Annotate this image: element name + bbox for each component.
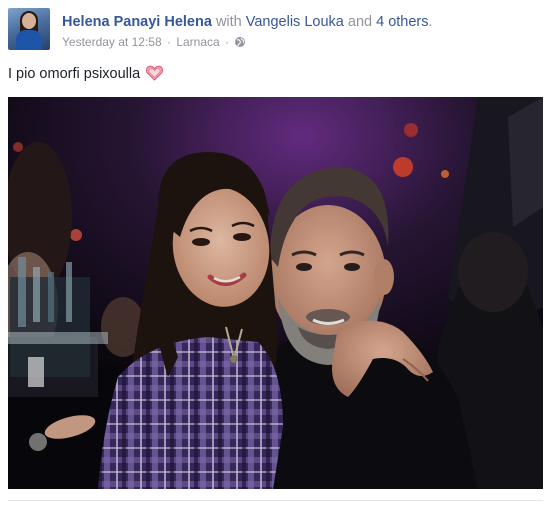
author-name[interactable]: Helena Panayi Helena	[62, 14, 212, 30]
with-text: with	[211, 14, 246, 30]
others-link[interactable]: 4 others	[376, 14, 428, 30]
author-avatar[interactable]	[8, 8, 50, 50]
post-header: Helena Panayi Helena with Vangelis Louka…	[8, 8, 543, 54]
post-meta: Yesterday at 12:58 · Larnaca ·	[62, 34, 246, 52]
meta-separator-2: ·	[225, 35, 230, 49]
post-photo[interactable]	[8, 97, 543, 489]
and-text: and	[343, 14, 377, 30]
post-title-line: Helena Panayi Helena with Vangelis Louka…	[62, 13, 433, 31]
tagged-user-link[interactable]: Vangelis Louka	[246, 14, 344, 30]
meta-separator: ·	[166, 35, 171, 49]
period-text: .	[428, 14, 433, 30]
post-timestamp[interactable]: Yesterday at 12:58	[62, 35, 162, 49]
post-divider	[8, 500, 543, 501]
heart-emoji-icon	[146, 65, 164, 87]
post-message: I pio omorfi psixoulla	[8, 64, 164, 87]
post-message-text: I pio omorfi psixoulla	[8, 66, 141, 82]
post-location[interactable]: Larnaca	[176, 35, 219, 49]
facebook-post: Helena Panayi Helena with Vangelis Louka…	[0, 0, 551, 505]
globe-icon[interactable]	[234, 36, 246, 52]
